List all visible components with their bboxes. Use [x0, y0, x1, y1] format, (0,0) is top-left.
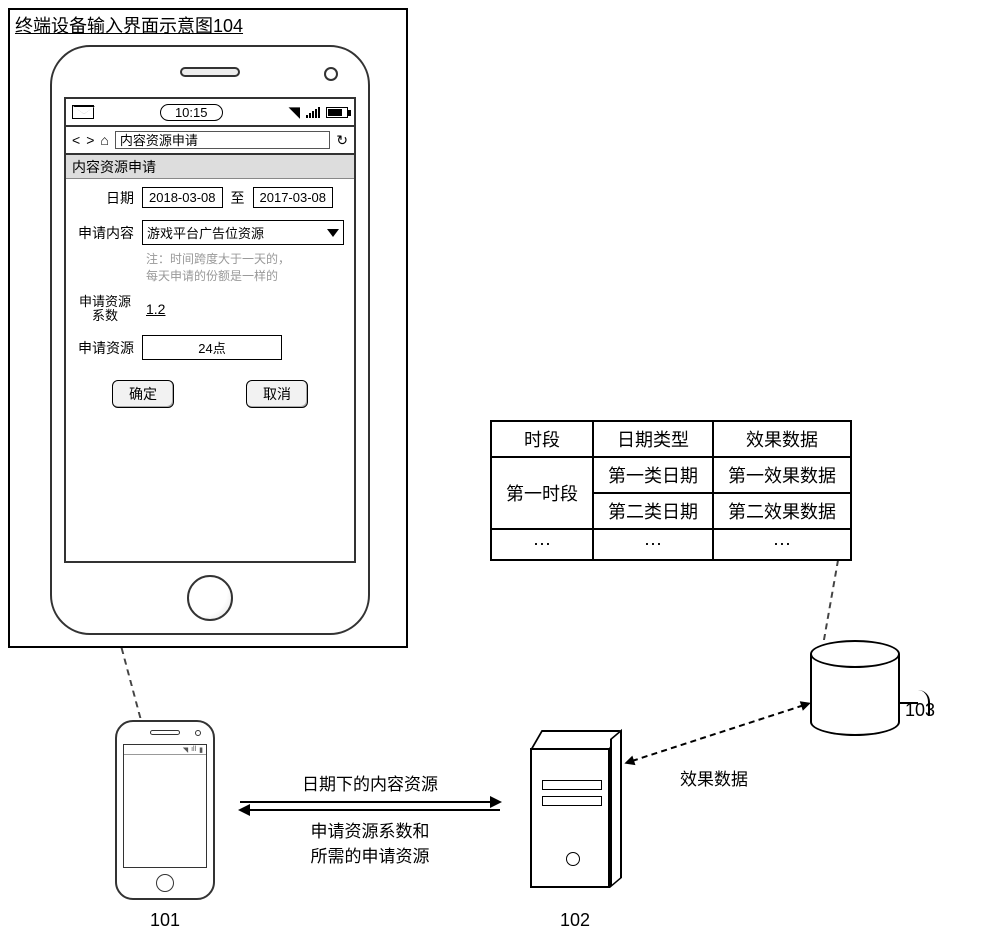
mini-home-button [156, 874, 174, 892]
arrow-label-bottom-l1: 申请资源系数和 [240, 817, 500, 842]
browser-nav: < > ⌂ 内容资源申请 ↻ [66, 127, 354, 155]
th-effect: 效果数据 [713, 421, 851, 457]
date-to-word: 至 [231, 188, 245, 208]
content-label: 申请内容 [76, 223, 134, 243]
td-date-type-1: 第一类日期 [593, 457, 713, 493]
battery-icon [326, 107, 348, 118]
mini-battery-icon: ▮ [199, 746, 203, 754]
td-date-type-2: 第二类日期 [593, 493, 713, 529]
nav-back-icon[interactable]: < [72, 132, 80, 148]
date-label: 日期 [76, 188, 134, 208]
server-102 [530, 730, 620, 890]
arrow-label-bottom-l2: 所需的申请资源 [240, 842, 500, 867]
power-icon [566, 852, 580, 866]
phone-speaker [180, 67, 240, 77]
status-time: 10:15 [160, 104, 223, 121]
arrow-label-top: 日期下的内容资源 [240, 770, 500, 795]
refresh-icon[interactable]: ↻ [336, 132, 348, 149]
phone-device-101: ◥ ıll ▮ [115, 720, 215, 900]
td-dots: ⋯ [491, 529, 593, 560]
mini-wifi-icon: ◥ [183, 746, 188, 754]
content-select[interactable]: 游戏平台广告位资源 [142, 220, 344, 245]
td-dots: ⋯ [593, 529, 713, 560]
signal-icon [306, 106, 320, 118]
coeff-label: 申请资源系数 [76, 295, 134, 324]
speaker-icon [150, 730, 180, 735]
arrow-left-icon [240, 809, 500, 811]
server-db-link [632, 704, 804, 762]
resource-input[interactable]: 24点 [142, 335, 282, 360]
nav-forward-icon[interactable]: > [86, 132, 94, 148]
frame-title: 终端设备输入界面示意图104 [15, 12, 243, 38]
cancel-button[interactable]: 取消 [246, 380, 308, 408]
status-bar: 10:15 ◥ [66, 99, 354, 127]
mini-signal-icon: ıll [191, 746, 196, 753]
callout-line-table-to-db [823, 560, 867, 640]
td-effect-1: 第一效果数据 [713, 457, 851, 493]
exchange-arrows: 日期下的内容资源 申请资源系数和 所需的申请资源 [240, 770, 500, 867]
server-db-label: 效果数据 [680, 765, 748, 790]
mini-screen: ◥ ıll ▮ [123, 744, 207, 868]
ok-button[interactable]: 确定 [112, 380, 174, 408]
td-effect-2: 第二效果数据 [713, 493, 851, 529]
address-field[interactable]: 内容资源申请 [115, 131, 330, 149]
content-value: 游戏平台广告位资源 [147, 223, 264, 242]
th-period: 时段 [491, 421, 593, 457]
callout-line-ui-to-phone [121, 648, 180, 718]
camera-icon [195, 730, 201, 736]
date-from-input[interactable]: 2018-03-08 [142, 187, 223, 208]
resource-label: 申请资源 [76, 338, 134, 358]
mail-icon [72, 105, 94, 119]
drive-slot-icon [542, 780, 602, 790]
coeff-value[interactable]: 1.2 [142, 301, 169, 317]
hint-text: 注：时间跨度大于一天的， 每天申请的份额是一样的 [146, 251, 344, 285]
ui-mock-frame: 终端设备输入界面示意图104 10:15 ◥ < > ⌂ 内容资源申请 ↻ 内容… [8, 8, 408, 648]
chevron-down-icon [327, 229, 339, 237]
td-dots: ⋯ [713, 529, 851, 560]
th-date-type: 日期类型 [593, 421, 713, 457]
page-heading: 内容资源申请 [66, 155, 354, 179]
home-button[interactable] [187, 575, 233, 621]
date-to-input[interactable]: 2017-03-08 [253, 187, 334, 208]
phone-camera [324, 67, 338, 81]
form-area: 日期 2018-03-08 至 2017-03-08 申请内容 游戏平台广告位资… [66, 179, 354, 416]
effect-data-table: 时段 日期类型 效果数据 第一时段 第一类日期 第一效果数据 第二类日期 第二效… [490, 420, 852, 561]
td-period-1: 第一时段 [491, 457, 593, 529]
ref-102: 102 [560, 910, 590, 931]
database-103 [810, 640, 900, 750]
wifi-icon: ◥ [288, 103, 300, 121]
ref-101: 101 [150, 910, 180, 931]
phone-large: 10:15 ◥ < > ⌂ 内容资源申请 ↻ 内容资源申请 日期 2018-03… [50, 45, 370, 635]
drive-slot-icon [542, 796, 602, 806]
ref-103: 103 [905, 700, 935, 721]
phone-screen: 10:15 ◥ < > ⌂ 内容资源申请 ↻ 内容资源申请 日期 2018-03… [64, 97, 356, 563]
arrow-right-icon [240, 801, 500, 803]
nav-home-icon[interactable]: ⌂ [100, 132, 108, 148]
